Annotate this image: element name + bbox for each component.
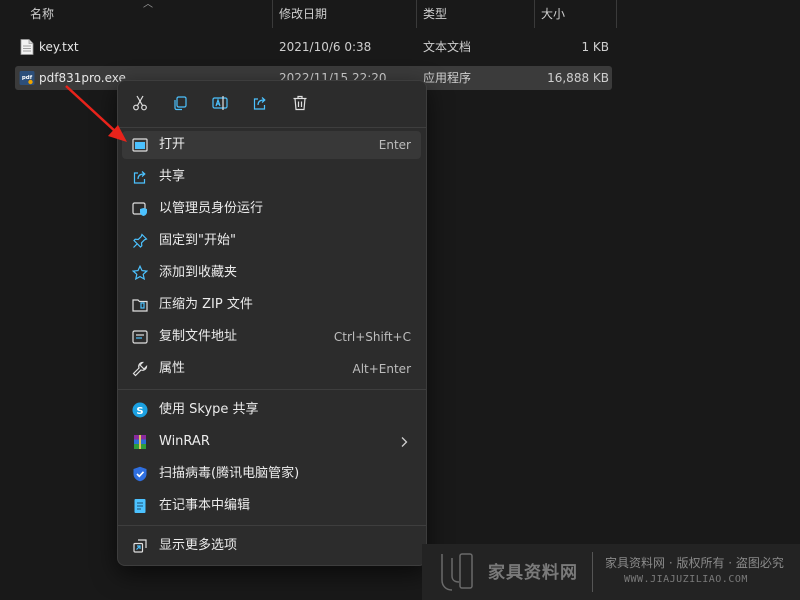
file-type: 文本文档 — [423, 40, 472, 54]
copy-icon — [174, 96, 187, 111]
watermark: 家具资料网 家具资料网 · 版权所有 · 盗图必究 WWW.JIAJUZILIA… — [422, 544, 800, 600]
delete-icon — [293, 95, 307, 111]
column-name[interactable]: 名称 — [30, 0, 54, 28]
cut-icon — [133, 95, 147, 111]
context-menu: 打开 Enter 共享 以管理员身份运行 固定到"开始" 添加到收藏夹 压缩为 … — [117, 80, 427, 566]
menu-item-shortcut: Alt+Enter — [352, 362, 411, 376]
column-date[interactable]: 修改日期 — [279, 0, 327, 28]
sort-up-icon: ︿ — [143, 0, 153, 10]
menu-item-label: WinRAR — [159, 434, 210, 449]
file-name: key.txt — [39, 40, 79, 54]
zip-folder-icon — [132, 299, 148, 312]
rename-icon — [212, 96, 228, 110]
watermark-logo-icon — [441, 553, 473, 591]
file-date: 2021/10/6 0:38 — [279, 40, 372, 54]
menu-item-copy-as-path[interactable]: 复制文件地址 Ctrl+Shift+C — [122, 323, 421, 351]
menu-item-winrar[interactable]: WinRAR — [122, 428, 421, 456]
file-name: pdf831pro.exe — [39, 71, 126, 85]
menu-item-properties[interactable]: 属性 Alt+Enter — [122, 355, 421, 383]
menu-item-label: 扫描病毒(腾讯电脑管家) — [159, 466, 300, 481]
menu-item-shortcut: Enter — [378, 138, 411, 152]
column-type[interactable]: 类型 — [423, 0, 447, 28]
menu-item-label: 添加到收藏夹 — [159, 265, 238, 280]
menu-item-label: 显示更多选项 — [159, 538, 238, 553]
delete-button[interactable] — [288, 91, 312, 115]
menu-item-edit-notepad[interactable]: 在记事本中编辑 — [122, 492, 421, 520]
share-toolbar-button[interactable] — [248, 91, 272, 115]
notepad-icon — [134, 499, 146, 513]
pin-icon — [133, 233, 148, 248]
menu-item-label: 属性 — [159, 361, 186, 376]
share-icon — [253, 97, 266, 110]
menu-separator — [118, 127, 426, 128]
menu-item-scan-virus[interactable]: 扫描病毒(腾讯电脑管家) — [122, 460, 421, 488]
file-size: 1 KB — [581, 40, 609, 54]
wrench-icon — [132, 361, 148, 377]
menu-item-pin-to-start[interactable]: 固定到"开始" — [122, 227, 421, 255]
watermark-rights: 家具资料网 · 版权所有 · 盗图必究 — [605, 556, 784, 570]
file-type: 应用程序 — [423, 71, 472, 85]
open-window-icon — [132, 138, 148, 152]
rename-button[interactable] — [208, 91, 232, 115]
watermark-title: 家具资料网 — [488, 563, 578, 583]
text-file-icon — [20, 39, 34, 55]
column-divider[interactable] — [534, 0, 535, 28]
menu-item-show-more-options[interactable]: 显示更多选项 — [122, 532, 421, 560]
file-size: 16,888 KB — [547, 71, 609, 85]
svg-text:S: S — [136, 406, 143, 417]
menu-item-label: 压缩为 ZIP 文件 — [159, 297, 253, 312]
menu-item-open[interactable]: 打开 Enter — [122, 131, 421, 159]
copy-path-icon — [132, 330, 148, 344]
menu-item-label: 以管理员身份运行 — [159, 201, 264, 216]
menu-item-label: 打开 — [159, 137, 186, 152]
menu-item-label: 使用 Skype 共享 — [159, 402, 259, 417]
menu-item-label: 在记事本中编辑 — [159, 498, 251, 513]
menu-item-share-with-skype[interactable]: S 使用 Skype 共享 — [122, 396, 421, 424]
menu-separator — [118, 525, 426, 526]
cut-button[interactable] — [128, 91, 152, 115]
context-menu-toolbar — [118, 81, 426, 123]
column-size[interactable]: 大小 — [541, 0, 565, 28]
menu-item-run-as-admin[interactable]: 以管理员身份运行 — [122, 195, 421, 223]
menu-item-compress-zip[interactable]: 压缩为 ZIP 文件 — [122, 291, 421, 319]
show-more-icon — [133, 539, 147, 553]
skype-icon: S — [132, 402, 148, 418]
column-divider[interactable] — [272, 0, 273, 28]
column-header-bar: ︿ 名称 修改日期 类型 大小 — [0, 0, 800, 28]
winrar-icon — [134, 435, 146, 449]
pdf-app-icon: pdf — [19, 71, 35, 85]
menu-item-add-to-favorites[interactable]: 添加到收藏夹 — [122, 259, 421, 287]
menu-item-shortcut: Ctrl+Shift+C — [333, 330, 411, 344]
menu-item-label: 固定到"开始" — [159, 233, 236, 248]
menu-separator — [118, 389, 426, 390]
watermark-url: WWW.JIAJUZILIAO.COM — [624, 574, 748, 585]
watermark-divider — [592, 552, 593, 592]
tencent-shield-icon — [133, 466, 147, 482]
chevron-right-icon — [401, 437, 408, 447]
copy-button[interactable] — [168, 91, 192, 115]
share-icon — [133, 171, 146, 184]
shield-admin-icon — [132, 202, 147, 216]
column-divider[interactable] — [416, 0, 417, 28]
menu-item-label: 复制文件地址 — [159, 329, 238, 344]
star-icon — [132, 265, 148, 281]
file-row-key-txt[interactable]: key.txt 2021/10/6 0:38 文本文档 1 KB — [15, 35, 612, 59]
column-divider[interactable] — [616, 0, 617, 28]
menu-item-label: 共享 — [159, 169, 186, 184]
menu-item-share[interactable]: 共享 — [122, 163, 421, 191]
